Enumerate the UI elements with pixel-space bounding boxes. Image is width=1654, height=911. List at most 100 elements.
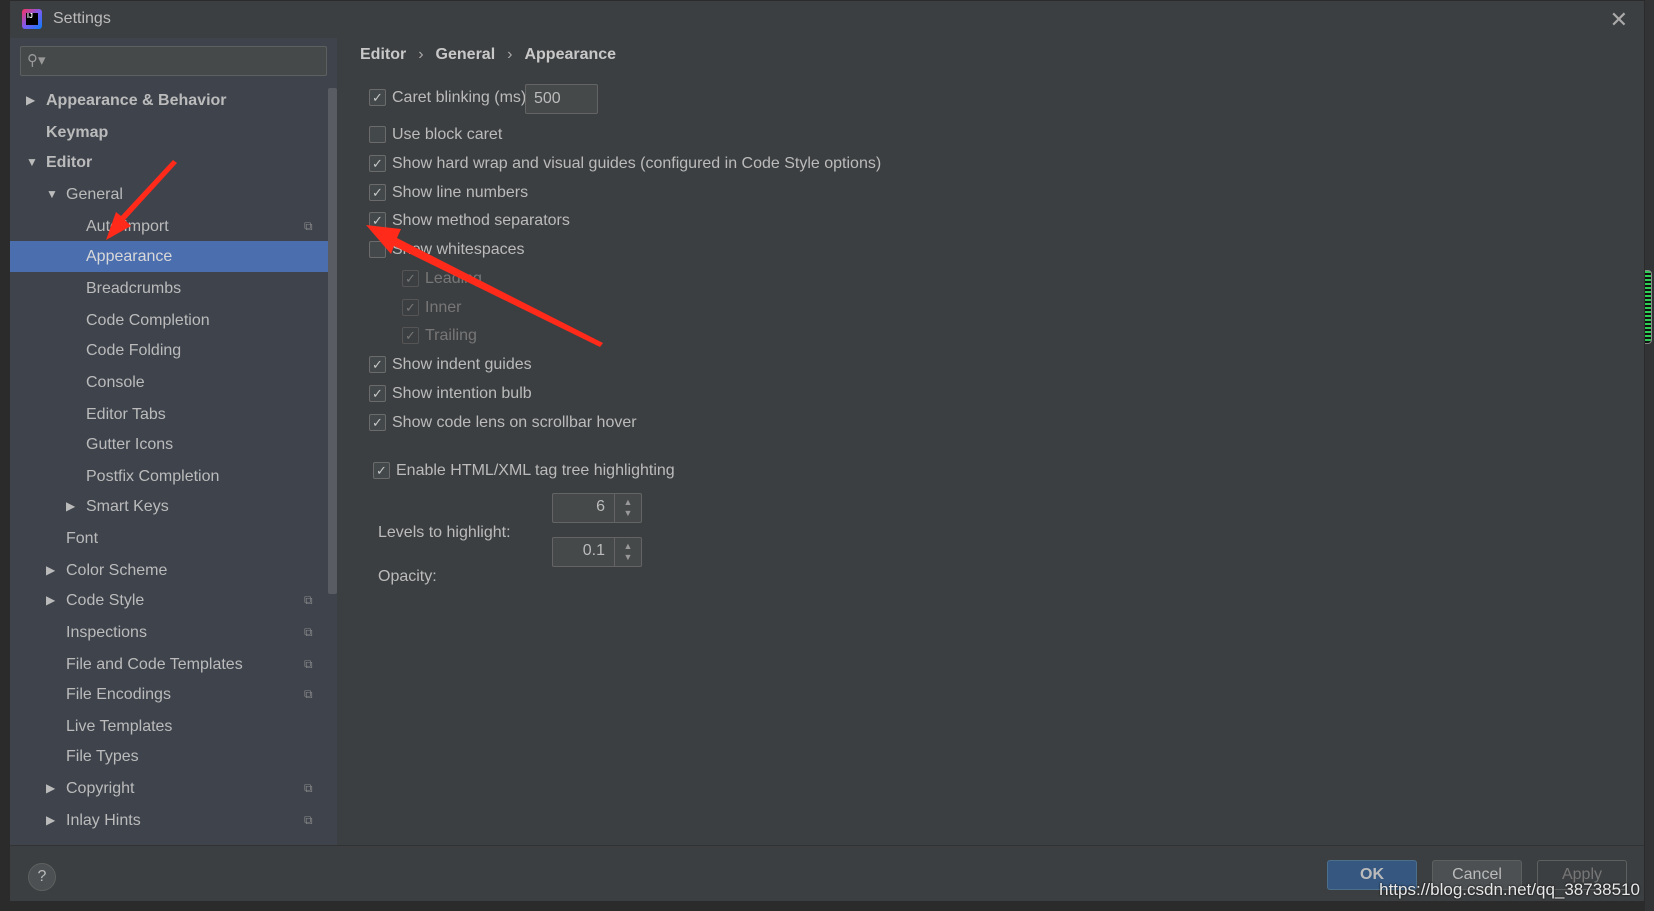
watermark: https://blog.csdn.net/qq_38738510 <box>1379 880 1640 899</box>
collapsed-arrow-icon[interactable]: ▶ <box>26 85 35 116</box>
sidebar-item-file-encodings[interactable]: File Encodings ⧉ <box>10 679 328 710</box>
project-scope-icon: ⧉ <box>304 657 313 671</box>
sidebar-item-inlay-hints[interactable]: ▶ Inlay Hints ⧉ <box>10 805 328 836</box>
option-label: Caret blinking (ms): <box>392 89 531 106</box>
search-icon: ⚲▾ <box>27 52 46 69</box>
checkbox-checked[interactable]: ✓ <box>369 89 386 106</box>
sidebar-item-inspections[interactable]: Inspections ⧉ <box>10 617 328 648</box>
sidebar-scrollbar[interactable] <box>328 88 337 594</box>
opacity-label: Opacity: <box>378 568 437 585</box>
background-ide-edge <box>1645 0 1654 911</box>
checkbox-checked[interactable]: ✓ <box>369 184 386 201</box>
option-label: Enable HTML/XML tag tree highlighting <box>396 462 675 479</box>
sidebar-item-label: Editor Tabs <box>86 406 166 423</box>
sidebar-item-label: Editor <box>46 154 93 171</box>
checkbox-checked[interactable]: ✓ <box>369 212 386 229</box>
project-scope-icon: ⧉ <box>304 219 313 233</box>
checkbox-unchecked[interactable] <box>369 241 386 258</box>
close-icon[interactable]: ✕ <box>1610 7 1628 33</box>
checkbox-checked[interactable]: ✓ <box>369 155 386 172</box>
project-scope-icon: ⧉ <box>304 781 313 795</box>
sidebar-item-appearance-behavior[interactable]: ▶ Appearance & Behavior <box>10 85 328 116</box>
sidebar-item-live-templates[interactable]: Live Templates <box>10 711 328 742</box>
option-label: Use block caret <box>392 126 503 143</box>
intellij-logo-icon: IJ <box>22 9 42 29</box>
window-title: Settings <box>53 10 111 27</box>
sidebar-item-code-folding[interactable]: Code Folding <box>10 335 328 366</box>
sidebar-item-label: Breadcrumbs <box>86 280 182 297</box>
caret-blinking-input[interactable]: 500 <box>525 84 598 114</box>
option-label: Inner <box>425 299 462 316</box>
levels-spinner[interactable]: 6 ▲ ▼ <box>552 493 642 523</box>
sidebar-item-auto-import[interactable]: Auto Import ⧉ <box>10 211 328 242</box>
levels-label: Levels to highlight: <box>378 524 511 541</box>
sidebar-item-font[interactable]: Font <box>10 523 328 554</box>
breadcrumb-item[interactable]: General <box>436 46 496 63</box>
breadcrumb-item[interactable]: Editor <box>360 46 406 63</box>
project-scope-icon: ⧉ <box>304 625 313 639</box>
title-bar: IJ Settings ✕ <box>10 1 1644 38</box>
sidebar-item-label: Copyright <box>66 780 135 797</box>
sidebar-item-postfix-completion[interactable]: Postfix Completion <box>10 461 328 492</box>
checkbox-unchecked[interactable] <box>369 126 386 143</box>
sidebar-item-editor[interactable]: ▼ Editor <box>10 147 328 178</box>
settings-content: Editor › General › Appearance ✓ Caret blinkin… <box>337 38 1644 845</box>
sidebar-item-label: Code Style <box>66 592 145 609</box>
sidebar-item-editor-tabs[interactable]: Editor Tabs <box>10 399 328 430</box>
collapsed-arrow-icon[interactable]: ▶ <box>46 555 55 586</box>
option-label: Show code lens on scrollbar hover <box>392 414 637 431</box>
settings-sidebar: ⚲▾ ▶ Appearance & Behavior Keymap ▼ Editor ▼ G… <box>10 38 337 845</box>
spinner-arrows-icon: ▲ ▼ <box>614 494 641 522</box>
checkbox-checked[interactable]: ✓ <box>402 299 419 316</box>
expanded-arrow-icon[interactable]: ▼ <box>46 179 58 210</box>
checkbox-checked[interactable]: ✓ <box>402 270 419 287</box>
option-label: Leading <box>425 270 482 287</box>
sidebar-item-label: Postfix Completion <box>86 468 220 485</box>
sidebar-item-appearance[interactable]: Appearance <box>10 241 328 272</box>
sidebar-item-label: Appearance <box>86 248 173 265</box>
search-input[interactable]: ⚲▾ <box>20 46 327 76</box>
breadcrumb-separator: › <box>507 46 513 63</box>
sidebar-item-color-scheme[interactable]: ▶ Color Scheme <box>10 555 328 586</box>
sidebar-item-file-types[interactable]: File Types <box>10 741 328 772</box>
option-label: Show whitespaces <box>392 241 525 258</box>
sidebar-item-general[interactable]: ▼ General <box>10 179 328 210</box>
breadcrumb: Editor › General › Appearance <box>360 46 616 64</box>
project-scope-icon: ⧉ <box>304 687 313 701</box>
help-button[interactable]: ? <box>28 863 56 891</box>
collapsed-arrow-icon[interactable]: ▶ <box>66 491 75 522</box>
checkbox-checked[interactable]: ✓ <box>369 356 386 373</box>
sidebar-item-code-completion[interactable]: Code Completion <box>10 305 328 336</box>
sidebar-item-keymap[interactable]: Keymap <box>10 117 328 148</box>
project-scope-icon: ⧉ <box>304 593 313 607</box>
sidebar-item-label: Color Scheme <box>66 562 168 579</box>
option-label: Trailing <box>425 327 477 344</box>
sidebar-item-label: File Encodings <box>66 686 171 703</box>
sidebar-item-gutter-icons[interactable]: Gutter Icons <box>10 429 328 460</box>
checkbox-checked[interactable]: ✓ <box>369 385 386 402</box>
sidebar-item-label: Auto Import <box>86 218 169 235</box>
opacity-spinner[interactable]: 0.1 ▲ ▼ <box>552 537 642 567</box>
spinner-arrows-icon: ▲ ▼ <box>614 538 641 566</box>
checkbox-checked[interactable]: ✓ <box>402 327 419 344</box>
sidebar-item-console[interactable]: Console <box>10 367 328 398</box>
sidebar-item-label: Console <box>86 374 145 391</box>
sidebar-item-copyright[interactable]: ▶ Copyright ⧉ <box>10 773 328 804</box>
checkbox-checked[interactable]: ✓ <box>373 462 390 479</box>
sidebar-item-file-and-code-templates[interactable]: File and Code Templates ⧉ <box>10 649 328 680</box>
collapsed-arrow-icon[interactable]: ▶ <box>46 773 55 804</box>
option-label: Show line numbers <box>392 184 529 201</box>
option-label: Show intention bulb <box>392 385 532 402</box>
collapsed-arrow-icon[interactable]: ▶ <box>46 805 55 836</box>
sidebar-item-label: Code Folding <box>86 342 182 359</box>
sidebar-item-smart-keys[interactable]: ▶ Smart Keys <box>10 491 328 522</box>
sidebar-item-breadcrumbs[interactable]: Breadcrumbs <box>10 273 328 304</box>
collapsed-arrow-icon[interactable]: ▶ <box>46 585 55 616</box>
option-label: Show hard wrap and visual guides (config… <box>392 155 882 172</box>
sidebar-item-label: General <box>66 186 123 203</box>
checkbox-checked[interactable]: ✓ <box>369 414 386 431</box>
expanded-arrow-icon[interactable]: ▼ <box>26 147 38 178</box>
breadcrumb-item: Appearance <box>524 46 617 63</box>
breadcrumb-separator: › <box>418 46 424 63</box>
sidebar-item-code-style[interactable]: ▶ Code Style ⧉ <box>10 585 328 616</box>
